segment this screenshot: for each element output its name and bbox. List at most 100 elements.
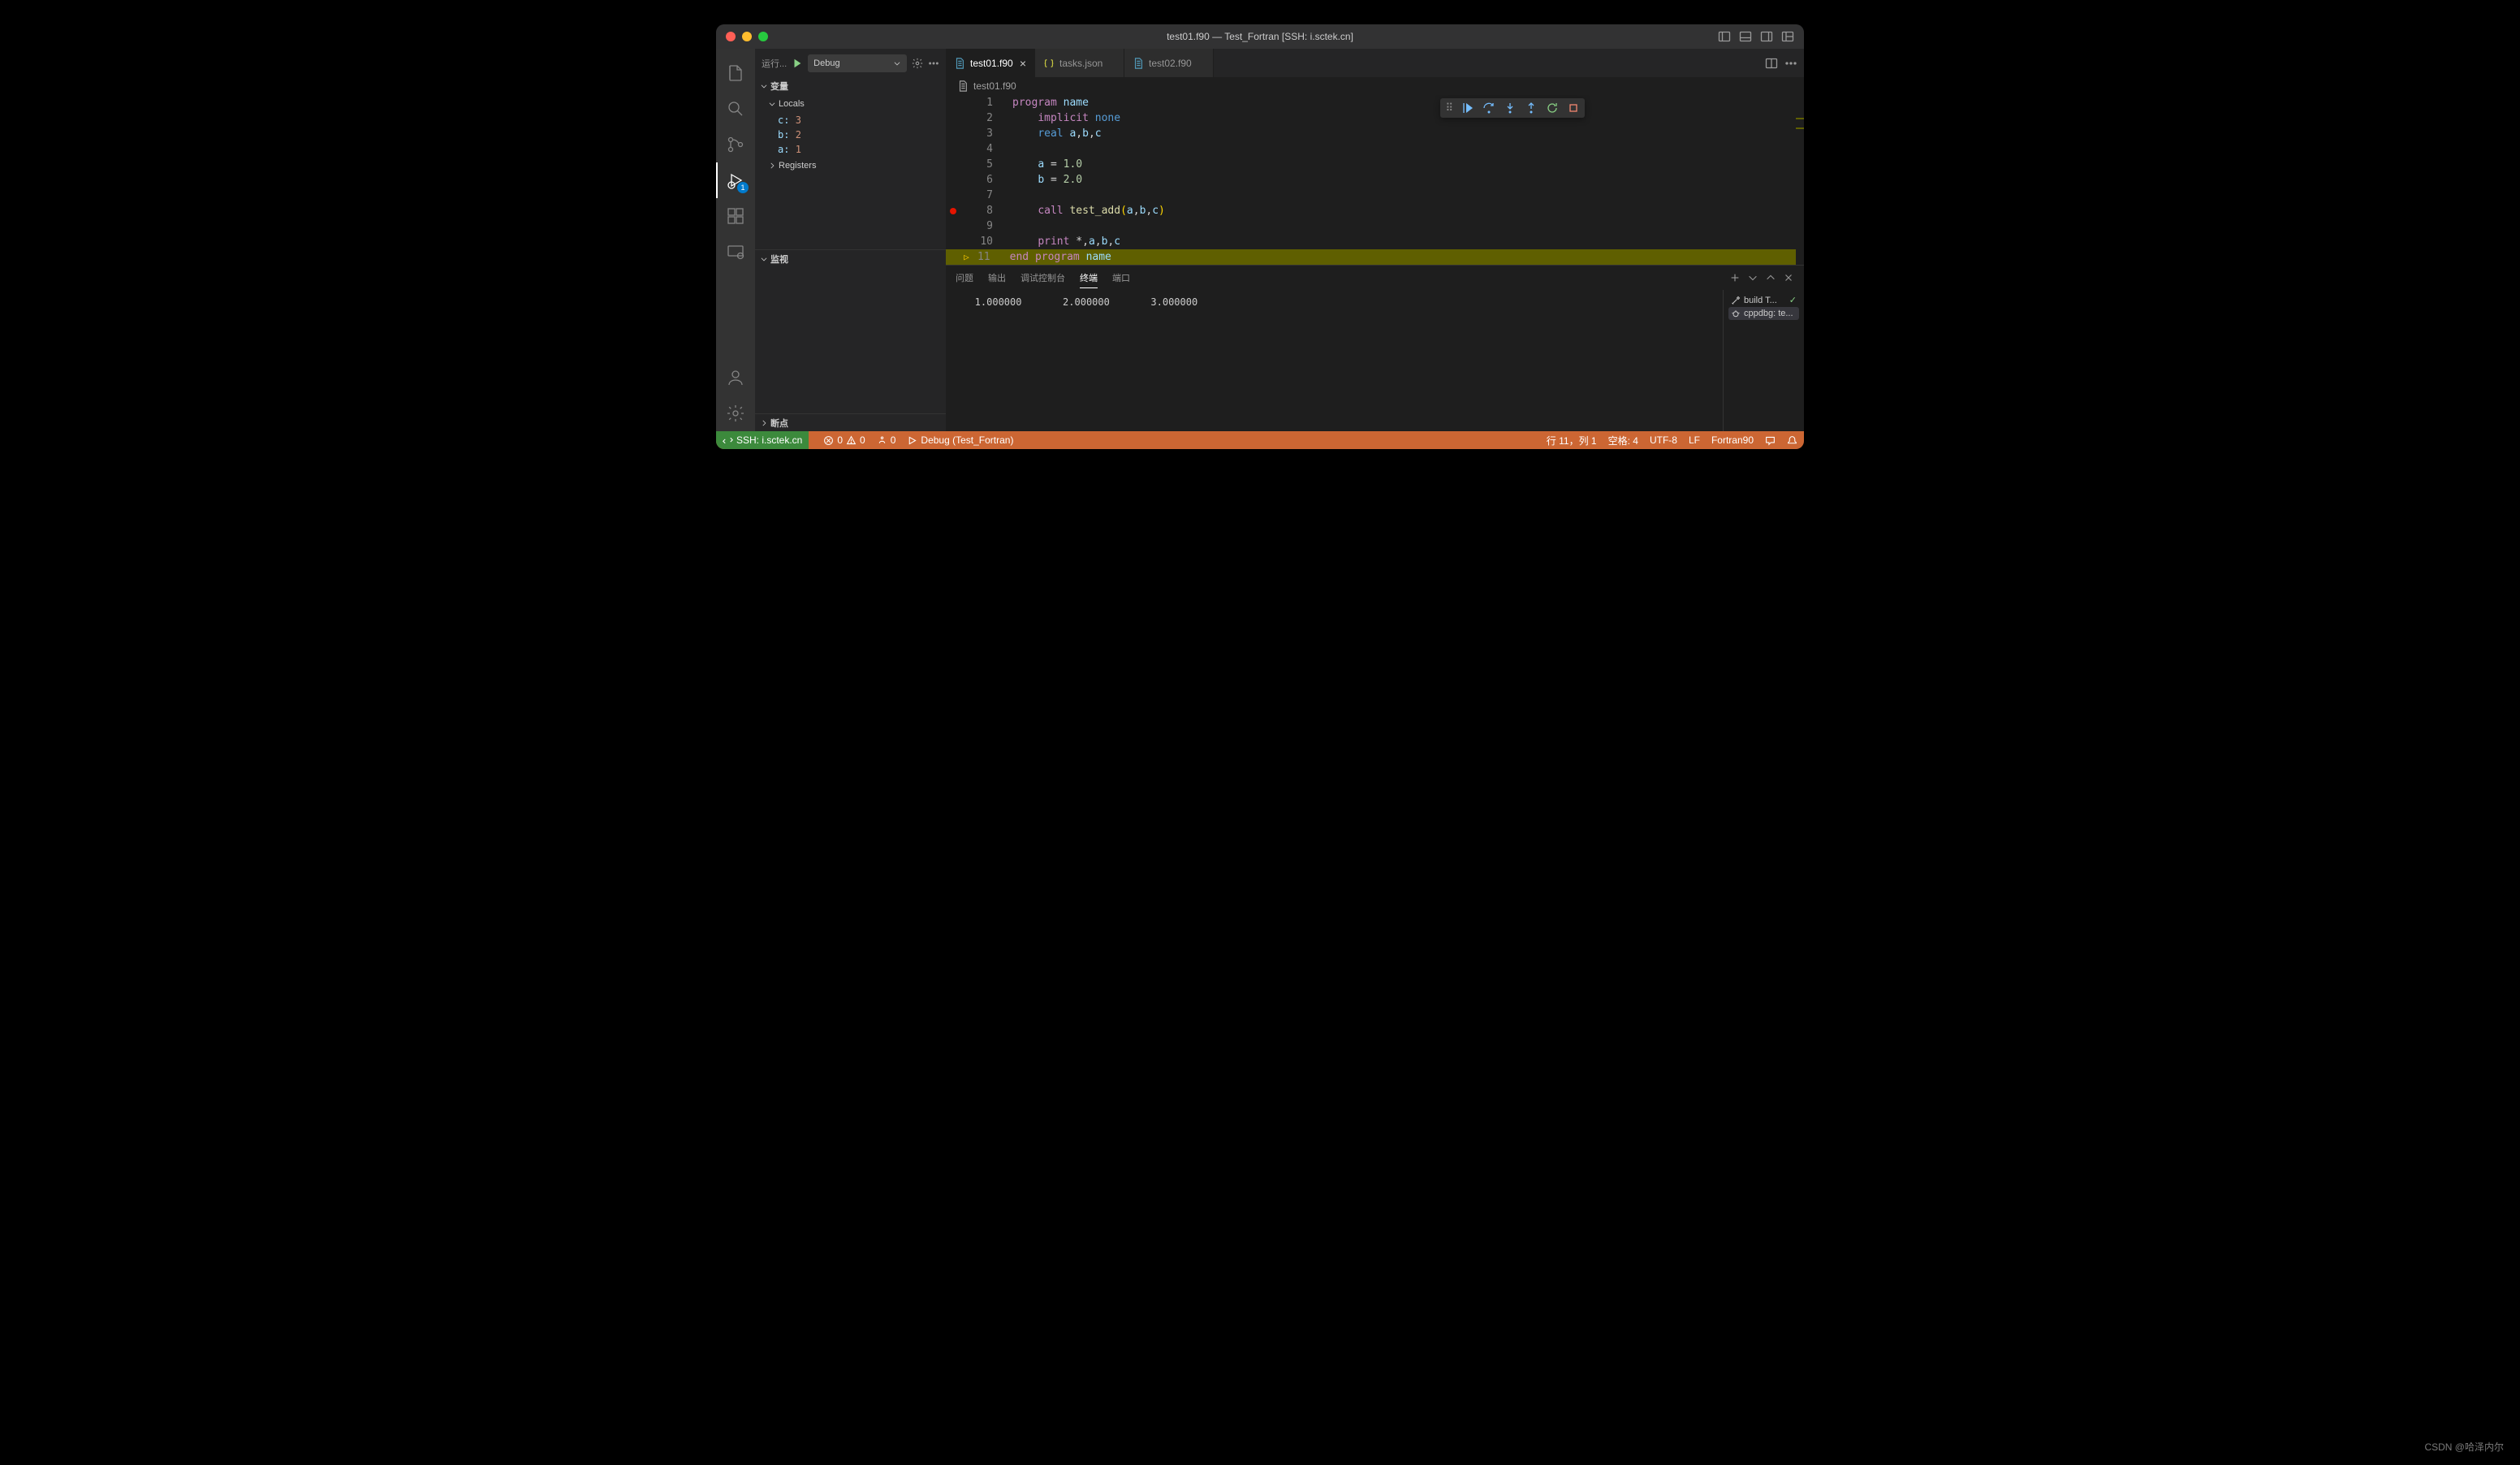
- start-debug-icon[interactable]: [792, 58, 803, 69]
- toggle-secondary-sidebar-icon[interactable]: [1760, 30, 1773, 43]
- customize-layout-icon[interactable]: [1781, 30, 1794, 43]
- line-number: 10: [975, 236, 998, 248]
- terminal[interactable]: 1.000000 2.000000 3.000000: [946, 290, 1723, 431]
- bug-icon: [1731, 309, 1741, 318]
- code-line[interactable]: 7: [946, 188, 1804, 203]
- activity-settings[interactable]: [716, 395, 755, 431]
- code-line[interactable]: 5 a = 1.0: [946, 157, 1804, 172]
- panel-tab-ports[interactable]: 端口: [1112, 268, 1130, 287]
- step-into-icon[interactable]: [1504, 102, 1517, 115]
- more-icon[interactable]: [1784, 57, 1797, 70]
- maximize-panel-icon[interactable]: [1765, 272, 1776, 283]
- code-line[interactable]: 10 print *,a,b,c: [946, 234, 1804, 249]
- layout-controls: [1718, 30, 1794, 43]
- breadcrumb[interactable]: test01.f90: [946, 77, 1804, 95]
- code-line[interactable]: ▷11end program name: [946, 249, 1804, 265]
- editor-tab[interactable]: test01.f90 ×: [946, 49, 1035, 77]
- activity-remote[interactable]: [716, 234, 755, 270]
- code-line[interactable]: 9: [946, 218, 1804, 234]
- panel-tab-problems[interactable]: 问题: [956, 268, 973, 287]
- check-icon: ✓: [1789, 295, 1797, 305]
- editor-tab[interactable]: test02.f90: [1124, 49, 1214, 77]
- code-line[interactable]: 6 b = 2.0: [946, 172, 1804, 188]
- minimap[interactable]: [1796, 95, 1804, 265]
- activity-explorer[interactable]: [716, 55, 755, 91]
- variable-item[interactable]: b: 2: [755, 127, 946, 142]
- activity-debug[interactable]: 1: [716, 162, 755, 198]
- editor[interactable]: ⠿ 1program name2 implicit none3 real a,b…: [946, 95, 1804, 265]
- terminal-list: build T...✓cppdbg: te...: [1723, 290, 1804, 431]
- restart-icon[interactable]: [1546, 102, 1559, 115]
- activity-account[interactable]: [716, 360, 755, 395]
- editor-tab[interactable]: tasks.json: [1035, 49, 1124, 77]
- breadcrumb-text: test01.f90: [973, 80, 1016, 92]
- status-ports[interactable]: 0: [877, 434, 896, 446]
- breakpoint-icon[interactable]: [950, 208, 956, 214]
- chevron-down-icon[interactable]: [1747, 272, 1758, 283]
- debug-toolbar[interactable]: ⠿: [1440, 98, 1585, 118]
- variable-item[interactable]: c: 3: [755, 113, 946, 127]
- status-cursor[interactable]: 行 11，列 1: [1547, 434, 1597, 447]
- watermark: CSDN @哈泽内尔: [2424, 1440, 2504, 1454]
- panel-tab-debug-console[interactable]: 调试控制台: [1021, 268, 1065, 287]
- activity-search[interactable]: [716, 91, 755, 127]
- status-debug[interactable]: Debug (Test_Fortran): [907, 434, 1013, 446]
- toggle-primary-sidebar-icon[interactable]: [1718, 30, 1731, 43]
- line-number: 8: [975, 205, 998, 217]
- section-variables[interactable]: 变量: [755, 77, 946, 95]
- status-lang[interactable]: Fortran90: [1711, 434, 1754, 446]
- more-icon[interactable]: [928, 58, 939, 69]
- line-number: 6: [975, 174, 998, 186]
- tab-label: test01.f90: [970, 58, 1013, 69]
- status-eol[interactable]: LF: [1689, 434, 1700, 446]
- maximize-window-button[interactable]: [758, 32, 768, 41]
- feedback-icon[interactable]: [1765, 435, 1776, 446]
- activity-extensions[interactable]: [716, 198, 755, 234]
- tab-label: tasks.json: [1059, 58, 1102, 69]
- chevron-down-icon: [768, 100, 776, 108]
- activitybar: 1: [716, 49, 755, 431]
- run-label: 运行...: [762, 57, 787, 70]
- section-watch[interactable]: 监视: [755, 249, 946, 267]
- step-over-icon[interactable]: [1482, 102, 1495, 115]
- code-line[interactable]: 2 implicit none: [946, 110, 1804, 126]
- variable-item[interactable]: a: 1: [755, 142, 946, 157]
- drag-handle-icon[interactable]: ⠿: [1445, 102, 1453, 115]
- continue-icon[interactable]: [1461, 102, 1474, 115]
- variables-list: c: 3b: 2a: 1: [755, 113, 946, 157]
- code-line[interactable]: 4: [946, 141, 1804, 157]
- close-window-button[interactable]: [726, 32, 736, 41]
- terminal-instance[interactable]: build T...✓: [1728, 293, 1799, 307]
- chevron-down-icon: [760, 82, 768, 90]
- line-number: 4: [975, 143, 998, 155]
- bell-icon[interactable]: [1787, 435, 1797, 446]
- minimize-window-button[interactable]: [742, 32, 752, 41]
- status-problems[interactable]: 0 0: [823, 434, 865, 446]
- new-terminal-icon[interactable]: [1729, 272, 1741, 283]
- stop-icon[interactable]: [1567, 102, 1580, 115]
- close-tab-icon[interactable]: ×: [1020, 57, 1026, 70]
- panel-tab-output[interactable]: 输出: [988, 268, 1006, 287]
- split-editor-icon[interactable]: [1765, 57, 1778, 70]
- debug-config-name: Debug: [813, 58, 839, 68]
- remote-indicator[interactable]: SSH: i.sctek.cn: [716, 431, 809, 449]
- toggle-panel-icon[interactable]: [1739, 30, 1752, 43]
- terminal-instance[interactable]: cppdbg: te...: [1728, 307, 1799, 320]
- error-icon: [823, 435, 834, 446]
- step-out-icon[interactable]: [1525, 102, 1538, 115]
- json-icon: [1043, 58, 1055, 69]
- gear-icon[interactable]: [912, 58, 923, 69]
- status-spaces[interactable]: 空格: 4: [1608, 434, 1638, 447]
- section-registers[interactable]: Registers: [755, 157, 946, 175]
- debug-config-select[interactable]: Debug: [808, 54, 907, 72]
- traffic-lights: [726, 32, 768, 41]
- activity-scm[interactable]: [716, 127, 755, 162]
- code-line[interactable]: 1program name: [946, 95, 1804, 110]
- section-breakpoints[interactable]: 断点: [755, 413, 946, 431]
- panel-tab-terminal[interactable]: 终端: [1080, 268, 1098, 288]
- code-line[interactable]: 8 call test_add(a,b,c): [946, 203, 1804, 218]
- close-panel-icon[interactable]: [1783, 272, 1794, 283]
- status-encoding[interactable]: UTF-8: [1650, 434, 1677, 446]
- code-line[interactable]: 3 real a,b,c: [946, 126, 1804, 141]
- section-locals[interactable]: Locals: [755, 95, 946, 113]
